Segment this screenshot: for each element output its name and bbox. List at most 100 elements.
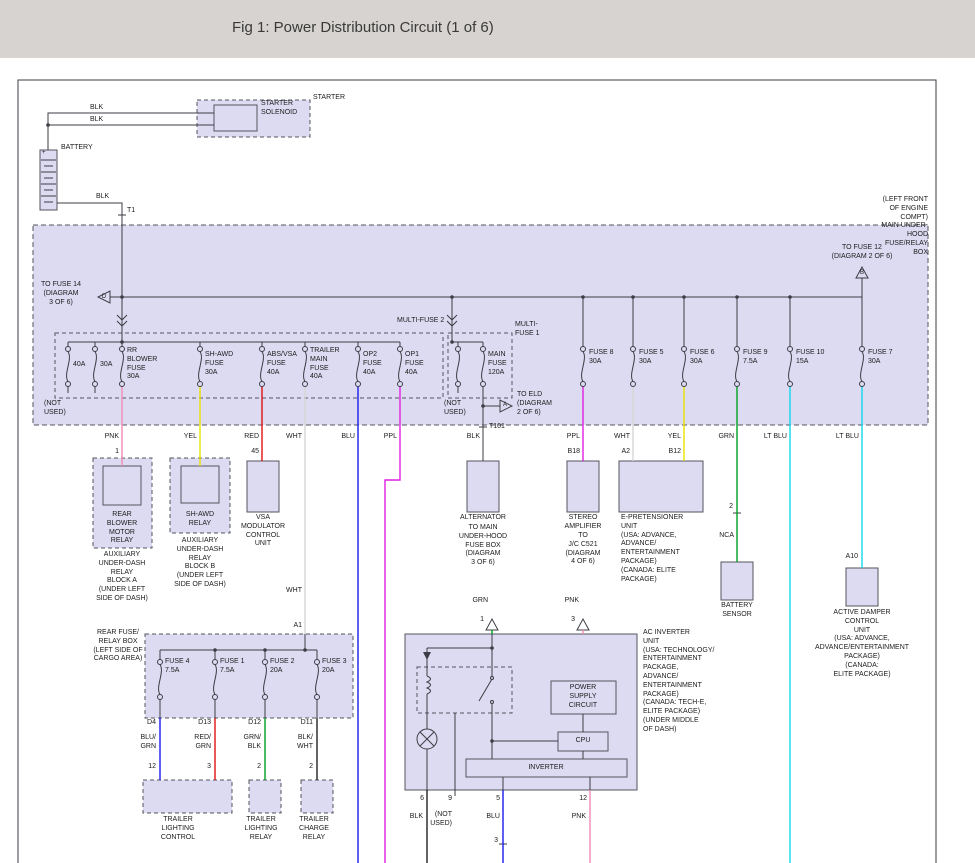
fuse-label: 40A [73, 361, 85, 370]
aux-block-b-label: AUXILIARY UNDER-DASH RELAY BLOCK B (UNDE… [174, 537, 226, 590]
trailer-charge-relay-box [301, 780, 333, 813]
fuse-label: FUSE 2 20A [270, 658, 295, 676]
triangle-a-letter: A [503, 402, 507, 408]
fuse-label: FUSE 3 20A [322, 658, 347, 676]
wire-color-label: WHT [286, 587, 302, 596]
mf1-not-used-label: (NOT USED) [444, 400, 466, 418]
battery-box [40, 150, 57, 210]
e-pretensioner-box [619, 461, 703, 512]
wire-color-label: WHT [614, 433, 630, 442]
wire-color-label: PNK [105, 433, 119, 442]
to-eld-label: TO ELD (DIAGRAM 2 OF 6) [517, 391, 552, 417]
inverter-relay-box [417, 667, 512, 713]
wire-color-label: BLK/ WHT [297, 734, 313, 752]
pin-label: 6 [420, 795, 424, 804]
wiring-diagram-page: Fig 1: Power Distribution Circuit (1 of … [0, 0, 975, 863]
vsa-modulator-label: VSA MODULATOR CONTROL UNIT [241, 514, 285, 549]
pin-label: 1 [115, 448, 119, 457]
triangle-3-number: 3 [571, 616, 575, 625]
trailer-lighting-relay-label: TRAILER LIGHTING RELAY [244, 816, 277, 842]
wire-color-label: YEL [668, 433, 681, 442]
pin-label: D11 [301, 719, 313, 728]
pin-label: D4 [147, 719, 156, 728]
aux-block-a-label: AUXILIARY UNDER-DASH RELAY BLOCK A (UNDE… [96, 551, 148, 604]
pin-label: A2 [621, 448, 630, 457]
trailer-lighting-control-label: TRAILER LIGHTING CONTROL [161, 816, 195, 842]
stereo-amplifier-label: STEREO AMPLIFIER [565, 514, 602, 532]
wire-label-blk-2: BLK [90, 116, 103, 125]
vsa-modulator-box [247, 461, 279, 512]
wire-ppl-op1 [385, 387, 400, 863]
mf2-not-used-label: (NOT USED) [44, 400, 66, 418]
starter-solenoid-label: STARTER SOLENOID [261, 100, 297, 118]
alternator-label: ALTERNATOR [460, 514, 506, 523]
pin-label: 2 [309, 763, 313, 772]
pin-label: D12 [248, 719, 261, 728]
wire-color-label: WHT [286, 433, 302, 442]
wire-label-blk-1: BLK [90, 104, 103, 113]
multifuse2-label: MULTI-FUSE 2 [397, 317, 444, 326]
main-fuse-label: MAIN FUSE 120A [488, 351, 507, 377]
pin-label: 45 [251, 448, 259, 457]
trailer-lighting-control-box [143, 780, 232, 813]
trailer-lighting-relay-box [249, 780, 281, 813]
fuse-label: SH-AWD FUSE 30A [205, 351, 233, 377]
triangle-3 [577, 619, 589, 630]
pin-label: B12 [669, 448, 681, 457]
battery-sensor-label: BATTERY SENSOR [721, 602, 753, 620]
pin-label: 3 [207, 763, 211, 772]
battery-label: BATTERY [61, 144, 93, 153]
nca-label: NCA [719, 532, 734, 541]
pin-label: 12 [148, 763, 156, 772]
fuse-label: RR BLOWER FUSE 30A [127, 347, 157, 382]
wire-color-label: BLU [341, 433, 355, 442]
rear-fuse-box-label: REAR FUSE/ RELAY BOX (LEFT SIDE OF CARGO… [93, 629, 142, 664]
not-used-label: (NOT USED) [430, 811, 452, 829]
stereo-to-label: TO J/C C521 (DIAGRAM 4 OF 6) [566, 532, 601, 567]
pin-label: 12 [579, 795, 587, 804]
pin-label: B18 [568, 448, 580, 457]
triangle-1 [486, 619, 498, 630]
starter-label: STARTER [313, 94, 345, 103]
alternator-box [467, 461, 499, 512]
fuse-label: FUSE 7 30A [868, 349, 893, 367]
triangle-b-letter: B [860, 270, 864, 276]
pin-label: A1 [293, 622, 302, 631]
shawd-relay-box [181, 466, 219, 503]
e-pretensioner-label: E-PRETENSIONER UNIT (USA: ADVANCE, ADVAN… [621, 514, 683, 584]
wire-color-label: PNK [572, 813, 586, 822]
active-damper-label: ACTIVE DAMPER CONTROL UNIT (USA: ADVANCE… [815, 609, 909, 679]
wire-color-label: GRN [718, 433, 734, 442]
to-fuse14-label: TO FUSE 14 (DIAGRAM 3 OF 6) [41, 281, 81, 307]
terminal-t1-label: T1 [127, 207, 135, 216]
wire-color-label: GRN/ BLK [244, 734, 262, 752]
wire-color-label: PNK [565, 597, 579, 606]
pin-label: 2 [729, 503, 733, 512]
component-boxes [33, 100, 928, 813]
rear-blower-relay-label: REAR BLOWER MOTOR RELAY [107, 511, 137, 546]
wire-color-label: PPL [384, 433, 397, 442]
battery-sensor-box [721, 562, 753, 600]
pin-label: D13 [198, 719, 211, 728]
pin-label: 9 [448, 795, 452, 804]
pin-label: A10 [846, 553, 858, 562]
alternator-to-label: TO MAIN UNDER-HOOD FUSE BOX (DIAGRAM 3 O… [459, 524, 507, 568]
battery-plus-sign: + [42, 150, 46, 156]
pin-label: 5 [496, 795, 500, 804]
fuse-label: FUSE 8 30A [589, 349, 614, 367]
triangle-d-letter: D [102, 294, 106, 300]
wire-color-label: LT BLU [764, 433, 787, 442]
pin-label: 2 [257, 763, 261, 772]
fuse-label: FUSE 5 30A [639, 349, 664, 367]
fuse-label: OP2 FUSE 40A [363, 351, 382, 377]
wire-color-label: GRN [472, 597, 488, 606]
wire-color-label: PPL [567, 433, 580, 442]
rear-blower-relay-box [103, 466, 141, 505]
fuse-label: TRAILER MAIN FUSE 40A [310, 347, 340, 382]
inverter-label: INVERTER [528, 764, 563, 773]
wire-color-label: BLU/ GRN [140, 734, 156, 752]
cpu-label: CPU [576, 737, 591, 746]
to-fuse12-label: TO FUSE 12 (DIAGRAM 2 OF 6) [832, 244, 893, 262]
starter-solenoid-inner-box [214, 105, 257, 131]
triangle-1-number: 1 [480, 616, 484, 625]
